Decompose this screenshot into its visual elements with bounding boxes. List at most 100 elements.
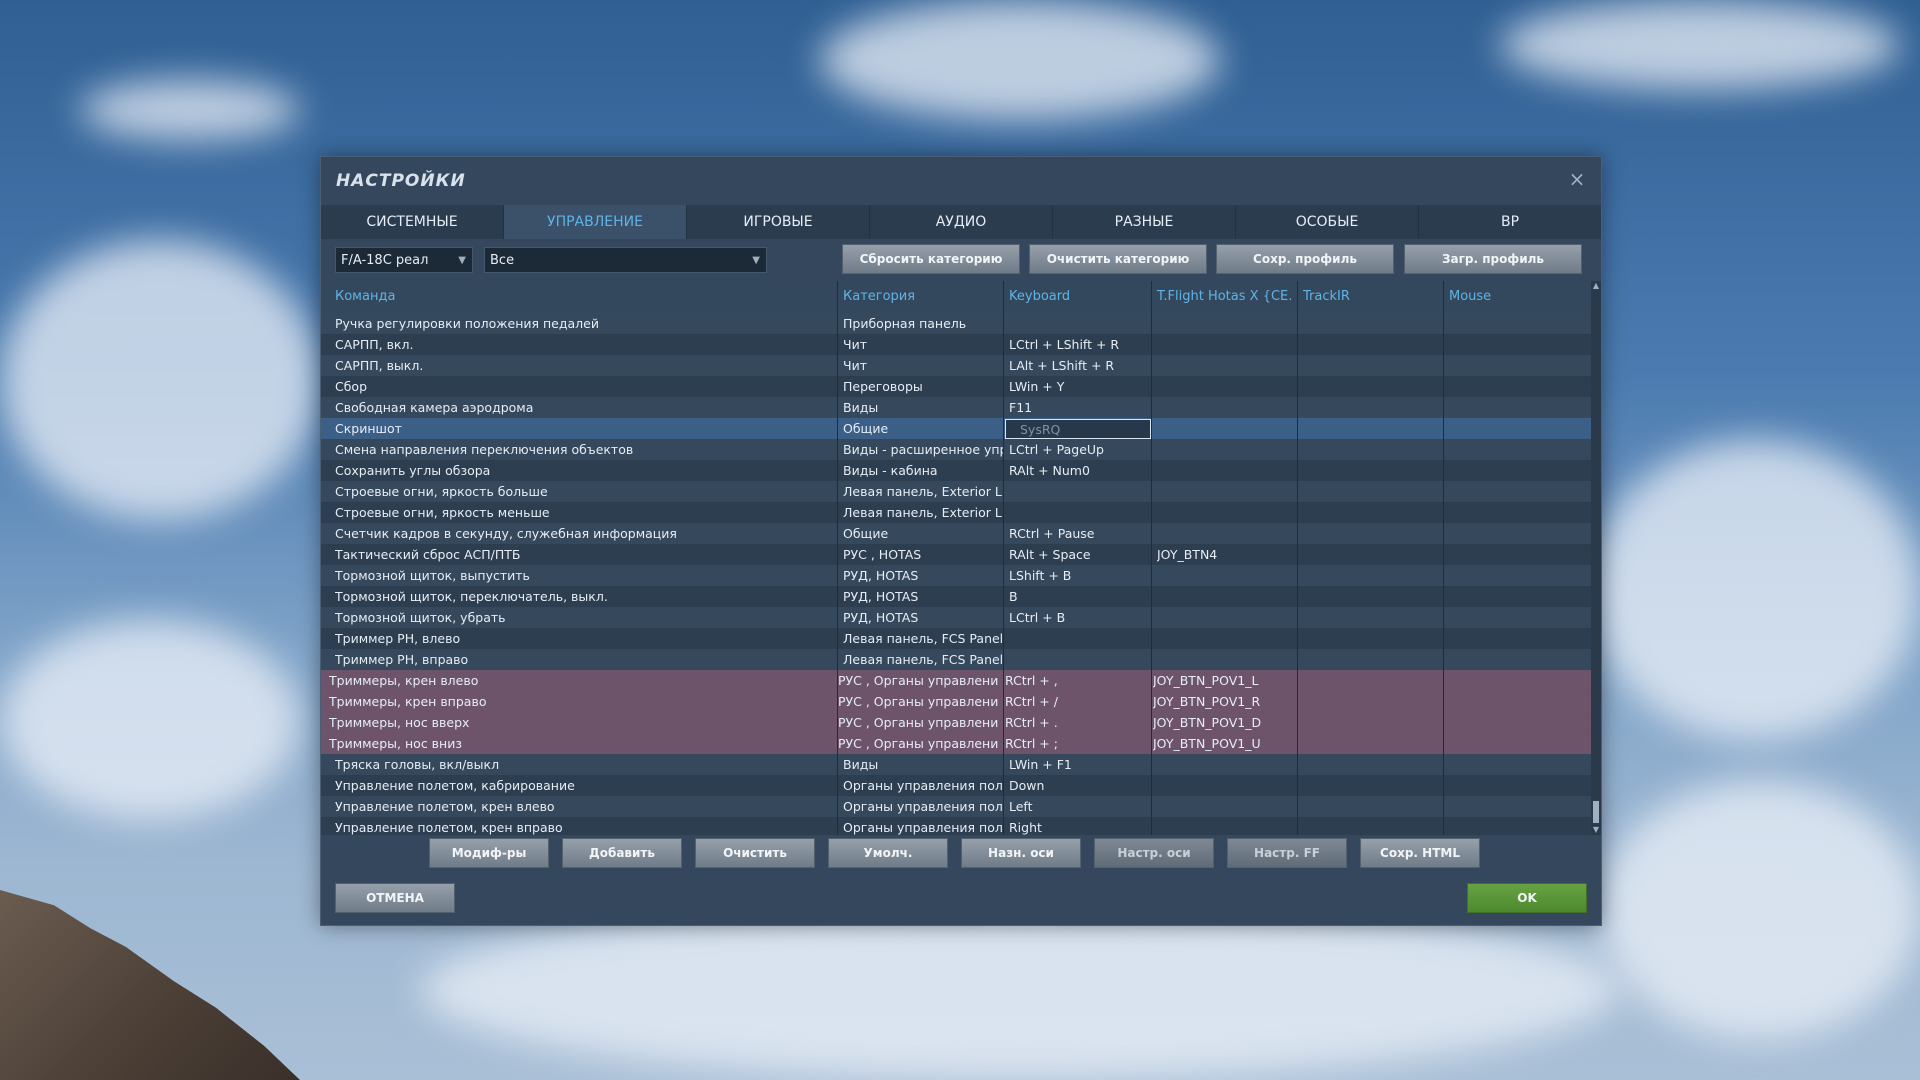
bottom-button-5[interactable]: Настр. оси [1094, 838, 1214, 868]
command-cell: Управление полетом, крен влево [335, 799, 555, 814]
table-row[interactable]: Триммер РН, вправо Левая панель, FCS Pane… [321, 649, 1591, 671]
table-row[interactable]: Тормозной щиток, выпустить РУД, HOTAS LShi… [321, 565, 1591, 587]
table-row[interactable]: Триммер РН, влево Левая панель, FCS Panel [321, 628, 1591, 650]
column-header-5[interactable]: Mouse [1449, 281, 1585, 313]
keyboard-cell: RAlt + Space [1009, 547, 1091, 562]
column-divider [837, 281, 838, 835]
column-header-1[interactable]: Категория [843, 281, 999, 313]
table-row[interactable]: Счетчик кадров в секунду, служебная инфо… [321, 523, 1591, 545]
table-row[interactable]: Сбор Переговоры LWin + Y [321, 376, 1591, 398]
aircraft-select[interactable]: F/A-18C реал ▼ [335, 247, 473, 273]
table-row[interactable]: Тормозной щиток, переключатель, выкл. РУД… [321, 586, 1591, 608]
bottom-button-1[interactable]: Добавить [562, 838, 682, 868]
category-select[interactable]: Все ▼ [484, 247, 767, 273]
command-cell: Триммеры, крен вправо [329, 694, 487, 709]
joystick-cell [1157, 649, 1297, 670]
table-row[interactable]: Триммеры, крен влево РУС , Органы управле… [321, 670, 1591, 692]
category-cell: Органы управления пол [843, 778, 1003, 793]
joystick-cell [1157, 502, 1297, 523]
joystick-cell [1157, 481, 1297, 502]
keyboard-cell: RCtrl + ; [1005, 736, 1058, 751]
keyboard-cell: B [1009, 589, 1018, 604]
table-row[interactable]: Строевые огни, яркость больше Левая панел… [321, 481, 1591, 503]
scroll-down-icon[interactable]: ▼ [1591, 825, 1601, 835]
command-cell: Свободная камера аэродрома [335, 400, 534, 415]
joystick-cell: JOY_BTN4 [1157, 547, 1218, 562]
aircraft-select-value: F/A-18C реал [341, 253, 429, 268]
table-row[interactable]: Триммеры, крен вправо РУС , Органы управл… [321, 691, 1591, 713]
table-row[interactable]: Тормозной щиток, убрать РУД, HOTAS LCtrl +… [321, 607, 1591, 629]
scroll-thumb[interactable] [1593, 801, 1599, 823]
bottom-button-4[interactable]: Назн. оси [961, 838, 1081, 868]
bottom-button-2[interactable]: Очистить [695, 838, 815, 868]
command-cell: САРПП, вкл. [335, 337, 414, 352]
table-row[interactable]: Сохранить углы обзора Виды - кабина RAlt +… [321, 460, 1591, 482]
bottom-button-3[interactable]: Умолч. [828, 838, 948, 868]
table-row[interactable]: Свободная камера аэродрома Виды F11 [321, 397, 1591, 419]
tab-2[interactable]: ИГРОВЫЕ [687, 205, 870, 239]
table-row[interactable]: Смена направления переключения объектов В… [321, 439, 1591, 461]
column-divider [1297, 281, 1298, 835]
ok-button[interactable]: OK [1467, 883, 1587, 913]
keyboard-cell: LCtrl + LShift + R [1009, 337, 1120, 352]
keyboard-cell: LWin + F1 [1009, 757, 1072, 772]
table-row[interactable]: Управление полетом, крен вправо Органы уп… [321, 817, 1591, 835]
keyboard-cell: RAlt + Num0 [1009, 463, 1090, 478]
command-cell: Тормозной щиток, убрать [335, 610, 506, 625]
table-row[interactable]: Ручка регулировки положения педалей Прибо… [321, 313, 1591, 335]
background-cloud [1590, 440, 1920, 740]
joystick-cell [1157, 796, 1297, 817]
category-cell: РУС , Органы управления [838, 715, 998, 730]
bottom-button-6[interactable]: Настр. FF [1227, 838, 1347, 868]
cancel-button[interactable]: ОТМЕНА [335, 883, 455, 913]
table-row[interactable]: Управление полетом, кабрирование Органы у… [321, 775, 1591, 797]
command-cell: САРПП, выкл. [335, 358, 424, 373]
table-row[interactable]: Тряска головы, вкл/выкл Виды LWin + F1 [321, 754, 1591, 776]
keyboard-binding-edit[interactable]: SysRQ [1005, 419, 1151, 439]
category-cell: Виды - расширенное упр [843, 442, 1003, 457]
table-row[interactable]: Скриншот Общие SysRQ [321, 418, 1591, 440]
clear-category-button[interactable]: Очистить категорию [1029, 244, 1207, 274]
keyboard-cell: RCtrl + , [1005, 673, 1058, 688]
close-icon[interactable]: × [1567, 169, 1587, 189]
column-header-3[interactable]: T.Flight Hotas X {CE... [1157, 281, 1293, 313]
keyboard-cell [1009, 481, 1149, 502]
tab-5[interactable]: ОСОБЫЕ [1236, 205, 1419, 239]
tab-1[interactable]: УПРАВЛЕНИЕ [504, 205, 687, 239]
table-row[interactable]: Триммеры, нос вверх РУС , Органы управлен… [321, 712, 1591, 734]
column-header-4[interactable]: TrackIR [1303, 281, 1439, 313]
column-header-0[interactable]: Команда [335, 281, 833, 313]
scroll-up-icon[interactable]: ▲ [1591, 281, 1601, 291]
table-row[interactable]: Управление полетом, крен влево Органы упр… [321, 796, 1591, 818]
category-cell: Органы управления пол [843, 820, 1003, 835]
joystick-cell [1157, 754, 1297, 775]
category-select-value: Все [490, 253, 515, 268]
table-scrollbar[interactable]: ▲ ▼ [1591, 281, 1601, 835]
joystick-cell [1157, 439, 1297, 460]
tab-0[interactable]: СИСТЕМНЫЕ [321, 205, 504, 239]
tab-bar: СИСТЕМНЫЕ УПРАВЛЕНИЕ ИГРОВЫЕ АУДИО РАЗНЫЕ ОСО… [321, 205, 1601, 239]
joystick-cell: JOY_BTN_POV1_U [1153, 736, 1261, 751]
command-cell: Управление полетом, кабрирование [335, 778, 575, 793]
load-profile-button[interactable]: Загр. профиль [1404, 244, 1582, 274]
table-row[interactable]: Строевые огни, яркость меньше Левая панел… [321, 502, 1591, 524]
command-cell: Счетчик кадров в секунду, служебная инфо… [335, 526, 677, 541]
keyboard-cell [1009, 628, 1149, 649]
bottom-button-0[interactable]: Модиф-ры [429, 838, 549, 868]
reset-category-button[interactable]: Сбросить категорию [842, 244, 1020, 274]
tab-4[interactable]: РАЗНЫЕ [1053, 205, 1236, 239]
table-row[interactable]: Тактический сброс АСП/ПТБ РУС , HOTAS RAlt… [321, 544, 1591, 566]
table-row[interactable]: САРПП, вкл. Чит LCtrl + LShift + R [321, 334, 1591, 356]
bottom-button-7[interactable]: Сохр. HTML [1360, 838, 1480, 868]
table-row[interactable]: Триммеры, нос вниз РУС , Органы управлени… [321, 733, 1591, 755]
keyboard-cell: Down [1009, 778, 1045, 793]
tab-6[interactable]: ВР [1419, 205, 1601, 239]
keyboard-cell: RCtrl + Pause [1009, 526, 1095, 541]
category-cell: Левая панель, FCS Panel [843, 652, 1003, 667]
column-header-2[interactable]: Keyboard [1009, 281, 1147, 313]
tab-3[interactable]: АУДИО [870, 205, 1053, 239]
keyboard-cell: F11 [1009, 400, 1033, 415]
save-profile-button[interactable]: Сохр. профиль [1216, 244, 1394, 274]
table-row[interactable]: САРПП, выкл. Чит LAlt + LShift + R [321, 355, 1591, 377]
joystick-cell: JOY_BTN_POV1_L [1153, 673, 1259, 688]
